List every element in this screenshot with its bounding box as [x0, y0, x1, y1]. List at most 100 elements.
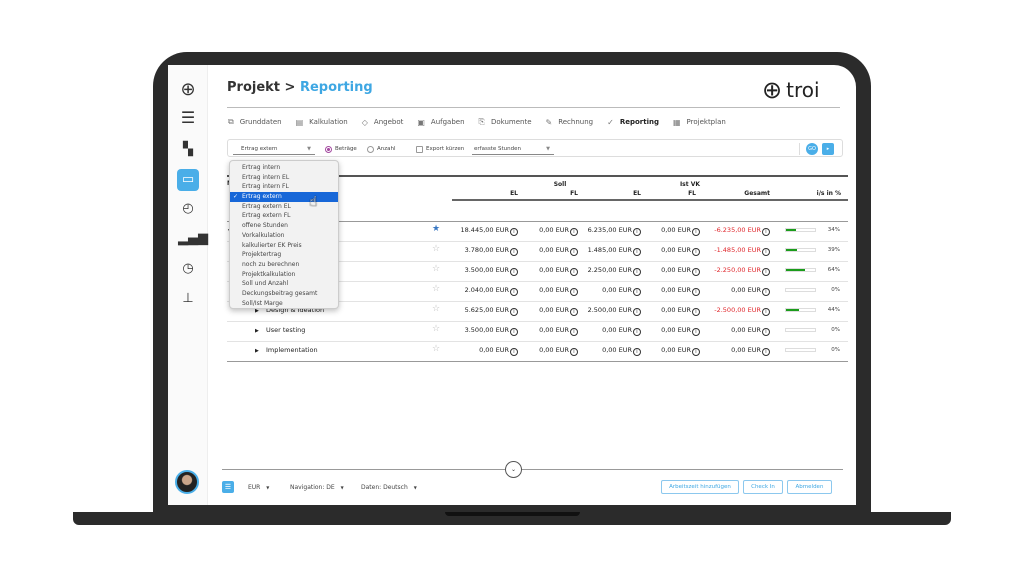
info-icon[interactable]: i — [692, 248, 700, 256]
info-icon[interactable]: i — [570, 228, 578, 236]
info-icon[interactable]: i — [633, 348, 641, 356]
stopwatch-icon[interactable]: ◴ — [178, 199, 198, 219]
radio-amounts[interactable]: Beträge — [325, 143, 357, 155]
data-language-select[interactable]: Daten: Deutsch ▼ — [361, 484, 417, 491]
table-cell: 0,00 EUR i — [522, 246, 578, 256]
dropdown-option[interactable]: ✓ Ertrag extern — [230, 192, 338, 202]
info-icon[interactable]: i — [510, 268, 518, 276]
hours-select[interactable]: erfasste Stunden ▼ — [472, 143, 554, 155]
dashboard-icon[interactable]: ▚ — [178, 140, 198, 160]
bar-chart-icon[interactable]: ▂▄▆ — [178, 229, 208, 249]
info-icon[interactable]: i — [762, 328, 770, 336]
cell-value: -2.500,00 EUR — [714, 306, 761, 314]
add-worktime-button[interactable]: Arbeitszeit hinzufügen — [661, 480, 739, 494]
info-icon[interactable]: i — [633, 228, 641, 236]
row-name[interactable]: User testing — [266, 326, 305, 334]
dropdown-option[interactable]: Projektkalkulation — [230, 270, 338, 280]
dropdown-option[interactable]: Ertrag intern EL — [230, 173, 338, 183]
clock-user-icon[interactable]: ◷ — [178, 259, 198, 279]
expand-toggle-icon[interactable]: ▶ — [255, 328, 259, 334]
dropdown-option[interactable]: offene Stunden — [230, 221, 338, 231]
info-icon[interactable]: i — [510, 308, 518, 316]
info-icon[interactable]: i — [570, 268, 578, 276]
folder-icon[interactable]: ▭ — [177, 169, 199, 191]
dropdown-option[interactable]: Soll und Anzahl — [230, 279, 338, 289]
dropdown-option[interactable]: Projektertrag — [230, 250, 338, 260]
info-icon[interactable]: i — [762, 288, 770, 296]
info-icon[interactable]: i — [633, 288, 641, 296]
info-icon[interactable]: i — [762, 248, 770, 256]
star-outline-icon[interactable]: ☆ — [432, 244, 440, 254]
progress-bar — [785, 328, 816, 332]
avatar[interactable] — [175, 470, 199, 494]
tab-angebot[interactable]: ◇ Angebot — [362, 117, 404, 127]
logout-button[interactable]: Abmelden — [787, 480, 832, 494]
stamp-icon[interactable]: ⊥ — [178, 289, 198, 309]
info-icon[interactable]: i — [510, 328, 518, 336]
dropdown-option[interactable]: kalkulierter EK Preis — [230, 241, 338, 251]
star-outline-icon[interactable]: ☆ — [432, 284, 440, 294]
info-icon[interactable]: i — [633, 308, 641, 316]
info-icon[interactable]: i — [633, 328, 641, 336]
info-icon[interactable]: i — [692, 348, 700, 356]
report-type-select[interactable]: Ertrag extern ▼ — [233, 143, 315, 155]
info-icon[interactable]: i — [762, 348, 770, 356]
star-filled-icon[interactable]: ★ — [432, 224, 440, 234]
tab-dokumente[interactable]: ⎘ Dokumente — [479, 117, 532, 127]
info-icon[interactable]: i — [762, 308, 770, 316]
info-icon[interactable]: i — [692, 268, 700, 276]
option-label: Ertrag intern EL — [242, 173, 290, 181]
info-icon[interactable]: i — [570, 288, 578, 296]
dropdown-option[interactable]: Ertrag extern EL — [230, 202, 338, 212]
export-button[interactable]: ▸ — [822, 143, 834, 155]
info-icon[interactable]: i — [692, 328, 700, 336]
currency-select[interactable]: EUR ▼ — [248, 484, 269, 491]
info-icon[interactable]: i — [692, 288, 700, 296]
dropdown-option[interactable]: Soll/Ist Marge — [230, 299, 338, 309]
option-label: kalkulierter EK Preis — [242, 241, 302, 249]
star-outline-icon[interactable]: ☆ — [432, 324, 440, 334]
troi-logo-icon[interactable]: ⊕ — [178, 80, 198, 100]
star-outline-icon[interactable]: ☆ — [432, 344, 440, 354]
info-icon[interactable]: i — [570, 308, 578, 316]
expand-toggle-icon[interactable]: ▶ — [255, 348, 259, 354]
info-icon[interactable]: i — [510, 288, 518, 296]
info-icon[interactable]: i — [510, 348, 518, 356]
tab-kalkulation[interactable]: ▤ Kalkulation — [296, 117, 348, 127]
collapse-chevron-icon[interactable]: ⌄ — [505, 461, 522, 478]
table-cell: 3.780,00 EUR i — [452, 246, 518, 256]
radio-count[interactable]: Anzahl — [367, 143, 396, 155]
dropdown-option[interactable]: Vorkalkulation — [230, 231, 338, 241]
tab-reporting[interactable]: ✓ Reporting — [607, 117, 659, 127]
tab-projektplan[interactable]: ▦ Projektplan — [673, 117, 726, 127]
info-icon[interactable]: i — [633, 248, 641, 256]
star-outline-icon[interactable]: ☆ — [432, 264, 440, 274]
dropdown-option[interactable]: Deckungsbeitrag gesamt — [230, 289, 338, 299]
tab-rechnung[interactable]: ✎ Rechnung — [546, 117, 594, 127]
breadcrumb-project[interactable]: Projekt — [227, 80, 280, 95]
info-icon[interactable]: i — [570, 348, 578, 356]
go-button[interactable]: GO — [806, 143, 818, 155]
settings-toggle-icon[interactable]: ☰ — [222, 481, 234, 493]
info-icon[interactable]: i — [762, 268, 770, 276]
row-name[interactable]: Implementation — [266, 346, 318, 354]
info-icon[interactable]: i — [692, 228, 700, 236]
star-outline-icon[interactable]: ☆ — [432, 304, 440, 314]
info-icon[interactable]: i — [762, 228, 770, 236]
info-icon[interactable]: i — [510, 228, 518, 236]
menu-icon[interactable]: ☰ — [178, 108, 198, 128]
info-icon[interactable]: i — [633, 268, 641, 276]
export-short-checkbox[interactable]: Export kürzen — [416, 143, 464, 155]
dropdown-option[interactable]: Ertrag intern — [230, 163, 338, 173]
dropdown-option[interactable]: noch zu berechnen — [230, 260, 338, 270]
info-icon[interactable]: i — [570, 248, 578, 256]
tab-aufgaben[interactable]: ▣ Aufgaben — [417, 117, 464, 127]
navigation-language-select[interactable]: Navigation: DE ▼ — [290, 484, 344, 491]
info-icon[interactable]: i — [692, 308, 700, 316]
dropdown-option[interactable]: Ertrag extern FL — [230, 211, 338, 221]
info-icon[interactable]: i — [570, 328, 578, 336]
check-in-button[interactable]: Check In — [743, 480, 783, 494]
dropdown-option[interactable]: Ertrag intern FL — [230, 182, 338, 192]
info-icon[interactable]: i — [510, 248, 518, 256]
tab-grunddaten[interactable]: ⧉ Grunddaten — [228, 117, 282, 127]
